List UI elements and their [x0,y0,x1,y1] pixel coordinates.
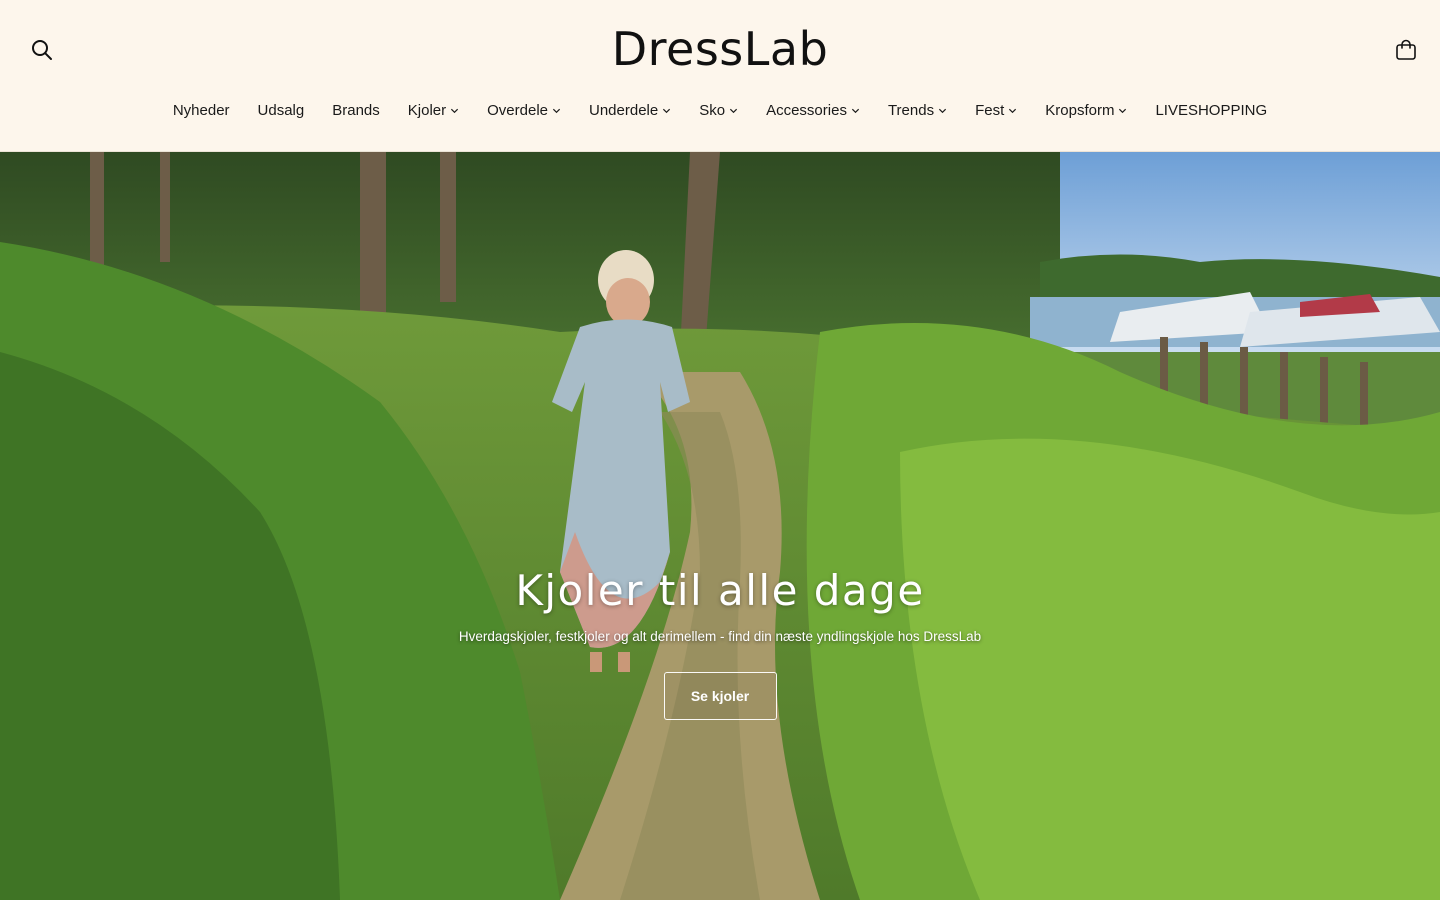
main-navigation: Nyheder Udsalg Brands Kjoler Overdele Underde… [0,102,1440,119]
chevron-down-icon [1009,108,1017,114]
nav-item-fest[interactable]: Fest [975,102,1017,119]
nav-item-kjoler[interactable]: Kjoler [408,102,459,119]
nav-item-label: Kropsform [1045,102,1115,119]
chevron-down-icon [730,108,738,114]
hero-title: Kjoler til alle dage [515,566,925,615]
nav-item-sko[interactable]: Sko [699,102,738,119]
nav-item-liveshopping[interactable]: LIVESHOPPING [1155,102,1267,119]
site-header: DressLab Nyheder Udsalg Brands Kjoler Overde… [0,0,1440,152]
nav-item-label: LIVESHOPPING [1155,102,1268,119]
hero-image [0,152,1440,900]
nav-item-brands[interactable]: Brands [332,102,380,119]
chevron-down-icon [939,108,947,114]
chevron-down-icon [451,108,459,114]
nav-item-label: Accessories [766,102,847,119]
chevron-down-icon [1119,108,1127,114]
nav-item-udsalg[interactable]: Udsalg [258,102,305,119]
chevron-down-icon [851,108,860,114]
nav-item-kropsform[interactable]: Kropsform [1045,102,1127,119]
chevron-down-icon [663,108,671,114]
hero-subtitle: Hverdagskjoler, festkjoler og alt derime… [458,629,982,644]
nav-item-label: Underdele [589,102,659,119]
nav-item-label: Nyheder [172,102,230,119]
nav-item-label: Sko [699,102,726,119]
logo[interactable]: DressLab [0,22,1440,76]
nav-item-label: Kjoler [407,102,447,119]
chevron-down-icon [552,108,561,114]
nav-item-underdele[interactable]: Underdele [589,102,671,119]
nav-item-accessories[interactable]: Accessories [766,102,860,119]
see-dresses-button[interactable]: Se kjoler [663,672,777,720]
hero-banner: Kjoler til alle dage Hverdagskjoler, fes… [0,152,1440,900]
hero-content: Kjoler til alle dage Hverdagskjoler, fes… [0,566,1440,720]
shopping-bag-icon[interactable] [1392,36,1420,64]
nav-item-label: Overdele [487,102,548,119]
nav-item-nyheder[interactable]: Nyheder [173,102,230,119]
nav-item-label: Trends [887,102,935,119]
nav-item-trends[interactable]: Trends [888,102,947,119]
nav-item-overdele[interactable]: Overdele [487,102,561,119]
nav-item-label: Fest [975,102,1005,119]
nav-item-label: Brands [332,102,380,119]
nav-item-label: Udsalg [257,102,305,119]
